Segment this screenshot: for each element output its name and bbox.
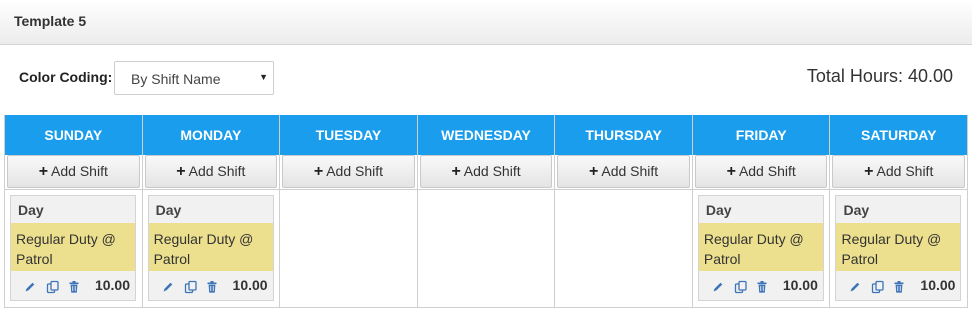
trash-icon[interactable] xyxy=(205,280,219,294)
plus-icon: + xyxy=(726,163,736,180)
total-hours-label: Total Hours: xyxy=(806,66,903,86)
day-header: TUESDAY xyxy=(280,115,417,155)
shift-type: Day xyxy=(11,196,135,223)
trash-icon[interactable] xyxy=(755,280,769,294)
add-shift-button[interactable]: + Add Shift xyxy=(557,155,690,188)
day-column-wednesday: WEDNESDAY + Add Shift xyxy=(417,115,556,307)
day-header: WEDNESDAY xyxy=(417,115,555,155)
shift-hours: 10.00 xyxy=(94,277,130,293)
shift-area[interactable]: Day Regular Duty @ Patrol 10.00 xyxy=(5,189,142,306)
add-shift-label: Add Shift xyxy=(738,163,796,179)
total-hours: Total Hours: 40.00 xyxy=(807,66,953,87)
add-shift-label: Add Shift xyxy=(463,163,521,179)
plus-icon: + xyxy=(451,163,461,180)
trash-icon[interactable] xyxy=(67,280,81,294)
copy-icon[interactable] xyxy=(871,280,885,294)
day-header: SATURDAY xyxy=(830,115,968,155)
day-header: FRIDAY xyxy=(692,115,830,155)
day-column-saturday: SATURDAY + Add Shift Day Regular Duty @ Patr… xyxy=(830,115,969,307)
shift-footer: 10.00 xyxy=(836,271,961,300)
add-shift-row: + Add Shift xyxy=(555,155,692,189)
shift-area[interactable]: Day Regular Duty @ Patrol 10.00 xyxy=(830,189,968,306)
shift-footer: 10.00 xyxy=(148,271,273,300)
day-column-tuesday: TUESDAY + Add Shift xyxy=(280,115,418,307)
add-shift-row: + Add Shift xyxy=(280,155,417,189)
day-column-thursday: THURSDAY + Add Shift xyxy=(555,115,693,307)
shift-area[interactable] xyxy=(417,189,555,306)
dropdown-arrow-icon: ▼ xyxy=(259,72,268,82)
edit-icon[interactable] xyxy=(161,280,175,294)
add-shift-button[interactable]: + Add Shift xyxy=(419,155,553,188)
add-shift-row: + Add Shift xyxy=(692,155,830,189)
toolbar: Color Coding: By Shift Name ▼ Total Hour… xyxy=(0,46,972,112)
shift-name: Regular Duty @ Patrol xyxy=(698,223,823,271)
copy-icon[interactable] xyxy=(734,280,748,294)
shift-hours: 10.00 xyxy=(920,277,956,293)
plus-icon: + xyxy=(589,163,599,180)
color-coding-label: Color Coding: xyxy=(19,69,113,85)
plus-icon: + xyxy=(313,163,324,180)
add-shift-button[interactable]: + Add Shift xyxy=(832,155,966,188)
week-grid: SUNDAY + Add Shift Day Regular Duty @ Patrol… xyxy=(4,115,969,308)
shift-name: Regular Duty @ Patrol xyxy=(836,223,961,271)
page-header: Template 5 xyxy=(0,0,972,45)
add-shift-button[interactable]: + Add Shift xyxy=(144,155,278,188)
add-shift-row: + Add Shift xyxy=(417,155,555,189)
add-shift-label: Add Shift xyxy=(876,163,934,179)
add-shift-button[interactable]: + Add Shift xyxy=(694,155,828,188)
shift-card[interactable]: Day Regular Duty @ Patrol 10.00 xyxy=(835,195,962,301)
shift-card[interactable]: Day Regular Duty @ Patrol 10.00 xyxy=(147,195,274,301)
trash-icon[interactable] xyxy=(892,280,906,294)
day-header: SUNDAY xyxy=(5,115,142,155)
day-column-friday: FRIDAY + Add Shift Day Regular Duty @ Patrol… xyxy=(692,115,831,307)
copy-icon[interactable] xyxy=(46,280,60,294)
add-shift-row: + Add Shift xyxy=(5,155,142,189)
day-column-monday: MONDAY + Add Shift Day Regular Duty @ Patrol… xyxy=(142,115,281,307)
color-coding-value: By Shift Name xyxy=(131,71,221,87)
shift-name: Regular Duty @ Patrol xyxy=(11,223,135,271)
plus-icon: + xyxy=(38,163,49,180)
add-shift-label: Add Shift xyxy=(601,163,659,179)
shift-card[interactable]: Day Regular Duty @ Patrol 10.00 xyxy=(697,195,824,301)
shift-footer: 10.00 xyxy=(11,271,135,300)
add-shift-label: Add Shift xyxy=(326,163,384,179)
add-shift-button[interactable]: + Add Shift xyxy=(7,155,140,188)
add-shift-row: + Add Shift xyxy=(142,155,280,189)
shift-area[interactable]: Day Regular Duty @ Patrol 10.00 xyxy=(142,189,280,306)
plus-icon: + xyxy=(864,163,874,180)
shift-hours: 10.00 xyxy=(232,277,268,293)
add-shift-row: + Add Shift xyxy=(830,155,968,189)
edit-icon[interactable] xyxy=(711,280,725,294)
shift-area[interactable] xyxy=(555,189,692,306)
shift-hours: 10.00 xyxy=(782,277,818,293)
color-coding-select[interactable]: By Shift Name ▼ xyxy=(114,61,274,95)
shift-footer: 10.00 xyxy=(698,271,823,300)
add-shift-label: Add Shift xyxy=(51,163,108,179)
day-header: MONDAY xyxy=(142,115,280,155)
shift-card[interactable]: Day Regular Duty @ Patrol 10.00 xyxy=(10,195,136,301)
add-shift-label: Add Shift xyxy=(188,163,246,179)
edit-icon[interactable] xyxy=(848,280,862,294)
day-header: THURSDAY xyxy=(555,115,692,155)
page-title: Template 5 xyxy=(14,13,87,29)
shift-area[interactable] xyxy=(280,189,417,306)
plus-icon: + xyxy=(176,163,186,180)
day-column-sunday: SUNDAY + Add Shift Day Regular Duty @ Patrol… xyxy=(5,115,143,307)
edit-icon[interactable] xyxy=(23,280,37,294)
shift-type: Day xyxy=(698,196,823,223)
shift-name: Regular Duty @ Patrol xyxy=(148,223,273,271)
shift-type: Day xyxy=(836,196,961,223)
copy-icon[interactable] xyxy=(184,280,198,294)
total-hours-value: 40.00 xyxy=(907,66,953,86)
add-shift-button[interactable]: + Add Shift xyxy=(282,155,415,188)
shift-type: Day xyxy=(148,196,273,223)
shift-area[interactable]: Day Regular Duty @ Patrol 10.00 xyxy=(692,189,830,306)
